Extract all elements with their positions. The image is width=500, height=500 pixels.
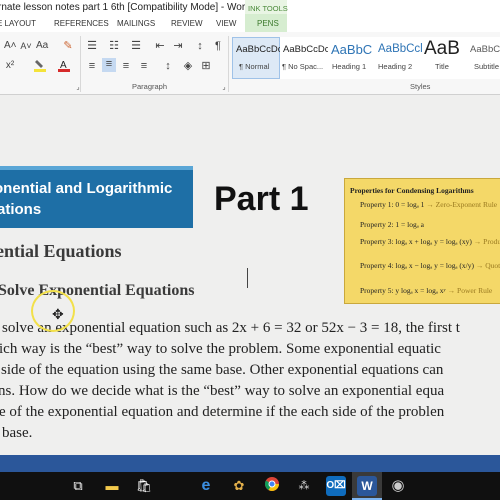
property-formula: y logₐ x = logₐ xʸ xyxy=(395,286,446,295)
store-icon[interactable]: 🛍 xyxy=(134,476,154,496)
style-subtitle-name: Subtitle xyxy=(474,62,500,71)
property-3: Property 3: logₐ x + logₐ y = logₐ (xy) … xyxy=(360,237,500,246)
app-icon[interactable]: ◉ xyxy=(388,476,408,496)
shrink-font-icon[interactable]: A˅ xyxy=(20,40,32,52)
property-note: → Quot xyxy=(475,261,500,270)
numbering-icon[interactable]: ☷ xyxy=(108,40,120,52)
style-title-name: Title xyxy=(435,62,449,71)
subsection-heading: Solve Exponential Equations xyxy=(0,282,195,299)
show-formatting-icon[interactable]: ¶ xyxy=(212,40,224,52)
properties-title: Properties for Condensing Logarithms xyxy=(350,186,474,195)
property-formula: 0 = logₐ 1 xyxy=(395,200,425,209)
decrease-indent-icon[interactable]: ⇤ xyxy=(154,40,166,52)
property-formula: 1 = logₐ a xyxy=(395,220,424,229)
align-right-icon[interactable]: ≡ xyxy=(120,60,132,72)
align-left-icon[interactable]: ≡ xyxy=(86,60,98,72)
ink-tools-label: INK TOOLS xyxy=(248,4,288,13)
property-label: Property 1: xyxy=(360,200,394,209)
ribbon-separator xyxy=(228,36,229,92)
increase-indent-icon[interactable]: ⇥ xyxy=(172,40,184,52)
align-center-icon[interactable]: ≡ xyxy=(102,58,116,72)
property-2: Property 2: 1 = logₐ a xyxy=(360,220,424,229)
property-note: → Zero-Exponent Rule xyxy=(426,200,498,209)
property-1: Property 1: 0 = logₐ 1 → Zero-Exponent R… xyxy=(360,200,497,209)
style-normal-sample: AaBbCcDc xyxy=(236,44,283,55)
property-formula: logₐ x − logₐ y = logₐ (x/y) xyxy=(395,261,474,270)
body-line-3: side of the equation using the same base… xyxy=(1,362,444,378)
property-4: Property 4: logₐ x − logₐ y = logₐ (x/y)… xyxy=(360,261,500,270)
style-subtitle-sample: AaBbCc xyxy=(470,44,500,55)
styles-group-label: Styles xyxy=(410,82,431,91)
style-title-sample: AaB xyxy=(424,38,460,59)
body-line-5: e of the exponential equation and determ… xyxy=(0,404,445,420)
section-heading: ential Equations xyxy=(0,241,122,261)
style-heading-2-name: Heading 2 xyxy=(378,62,413,71)
property-label: Property 5: xyxy=(360,286,394,295)
banner-title-line-2: ations xyxy=(0,201,42,218)
apps-icon[interactable]: ⁂ xyxy=(294,476,314,496)
tab-review[interactable]: REVIEW xyxy=(171,19,203,28)
tab-view[interactable]: VIEW xyxy=(216,19,236,28)
sort-icon[interactable]: ↕ xyxy=(194,40,206,52)
line-spacing-icon[interactable]: ↕ xyxy=(162,60,174,72)
font-dialog-launcher-icon[interactable]: ⌟ xyxy=(72,82,84,94)
part-label: Part 1 xyxy=(214,180,309,218)
property-label: Property 2: xyxy=(360,220,394,229)
style-no-spacing-sample: AaBbCcDc xyxy=(283,44,330,55)
property-note: → Power Rule xyxy=(447,286,493,295)
body-line-6: base. xyxy=(2,425,33,441)
outlook-icon[interactable]: O⌧ xyxy=(326,476,346,496)
text-cursor xyxy=(247,268,248,288)
grow-font-icon[interactable]: A˄ xyxy=(4,40,17,52)
multilevel-list-icon[interactable]: ☰ xyxy=(130,40,142,52)
section-banner xyxy=(0,166,193,228)
style-heading-1-name: Heading 1 xyxy=(332,62,367,71)
justify-icon[interactable]: ≡ xyxy=(138,60,150,72)
tab-mailings[interactable]: MAILINGS xyxy=(117,19,155,28)
font-color-icon[interactable]: A xyxy=(58,59,70,72)
word-icon[interactable]: W xyxy=(357,476,377,496)
tab-pens[interactable]: PENS xyxy=(257,19,279,28)
task-view-icon[interactable]: ⧉ xyxy=(68,476,88,496)
window-title: rnate lesson notes part 1 6th [Compatibi… xyxy=(0,2,251,13)
clear-formatting-icon[interactable]: ✎ xyxy=(62,40,74,52)
paint-icon[interactable]: ✿ xyxy=(229,476,249,496)
file-explorer-icon[interactable]: ▬ xyxy=(102,476,122,496)
bullets-icon[interactable]: ☰ xyxy=(86,40,98,52)
style-heading-2-sample: AaBbCcl xyxy=(378,43,423,55)
text-highlight-icon[interactable] xyxy=(34,59,46,72)
tab-layout[interactable]: E LAYOUT xyxy=(0,19,36,28)
status-bar xyxy=(0,455,500,472)
move-cursor-icon: ✥ xyxy=(52,306,64,322)
banner-accent xyxy=(0,166,193,170)
property-note: → Produ xyxy=(473,237,500,246)
chrome-icon[interactable] xyxy=(262,476,282,496)
tab-references[interactable]: REFERENCES xyxy=(54,19,109,28)
change-case-icon[interactable]: Aa xyxy=(36,40,48,52)
borders-icon[interactable]: ⊞ xyxy=(200,60,212,72)
shading-icon[interactable]: ◈ xyxy=(182,60,194,72)
property-label: Property 4: xyxy=(360,261,394,270)
property-formula: logₐ x + logₐ y = logₐ (xy) xyxy=(395,237,472,246)
edge-icon[interactable]: e xyxy=(196,476,216,496)
superscript-icon[interactable]: x² xyxy=(4,60,16,72)
body-line-4: ns. How do we decide what is the “best” … xyxy=(0,383,445,399)
style-heading-1-sample: AaBbC xyxy=(331,42,373,57)
property-5: Property 5: y logₐ x = logₐ xʸ → Power R… xyxy=(360,286,492,295)
body-line-2: ich way is the “best” way to solve the p… xyxy=(0,341,441,357)
banner-title-line-1: onential and Logarithmic xyxy=(0,180,173,197)
style-normal-name: ¶ Normal xyxy=(239,62,270,71)
paragraph-group-label: Paragraph xyxy=(132,82,168,91)
style-no-spacing-name: ¶ No Spac... xyxy=(282,62,324,71)
property-label: Property 3: xyxy=(360,237,394,246)
